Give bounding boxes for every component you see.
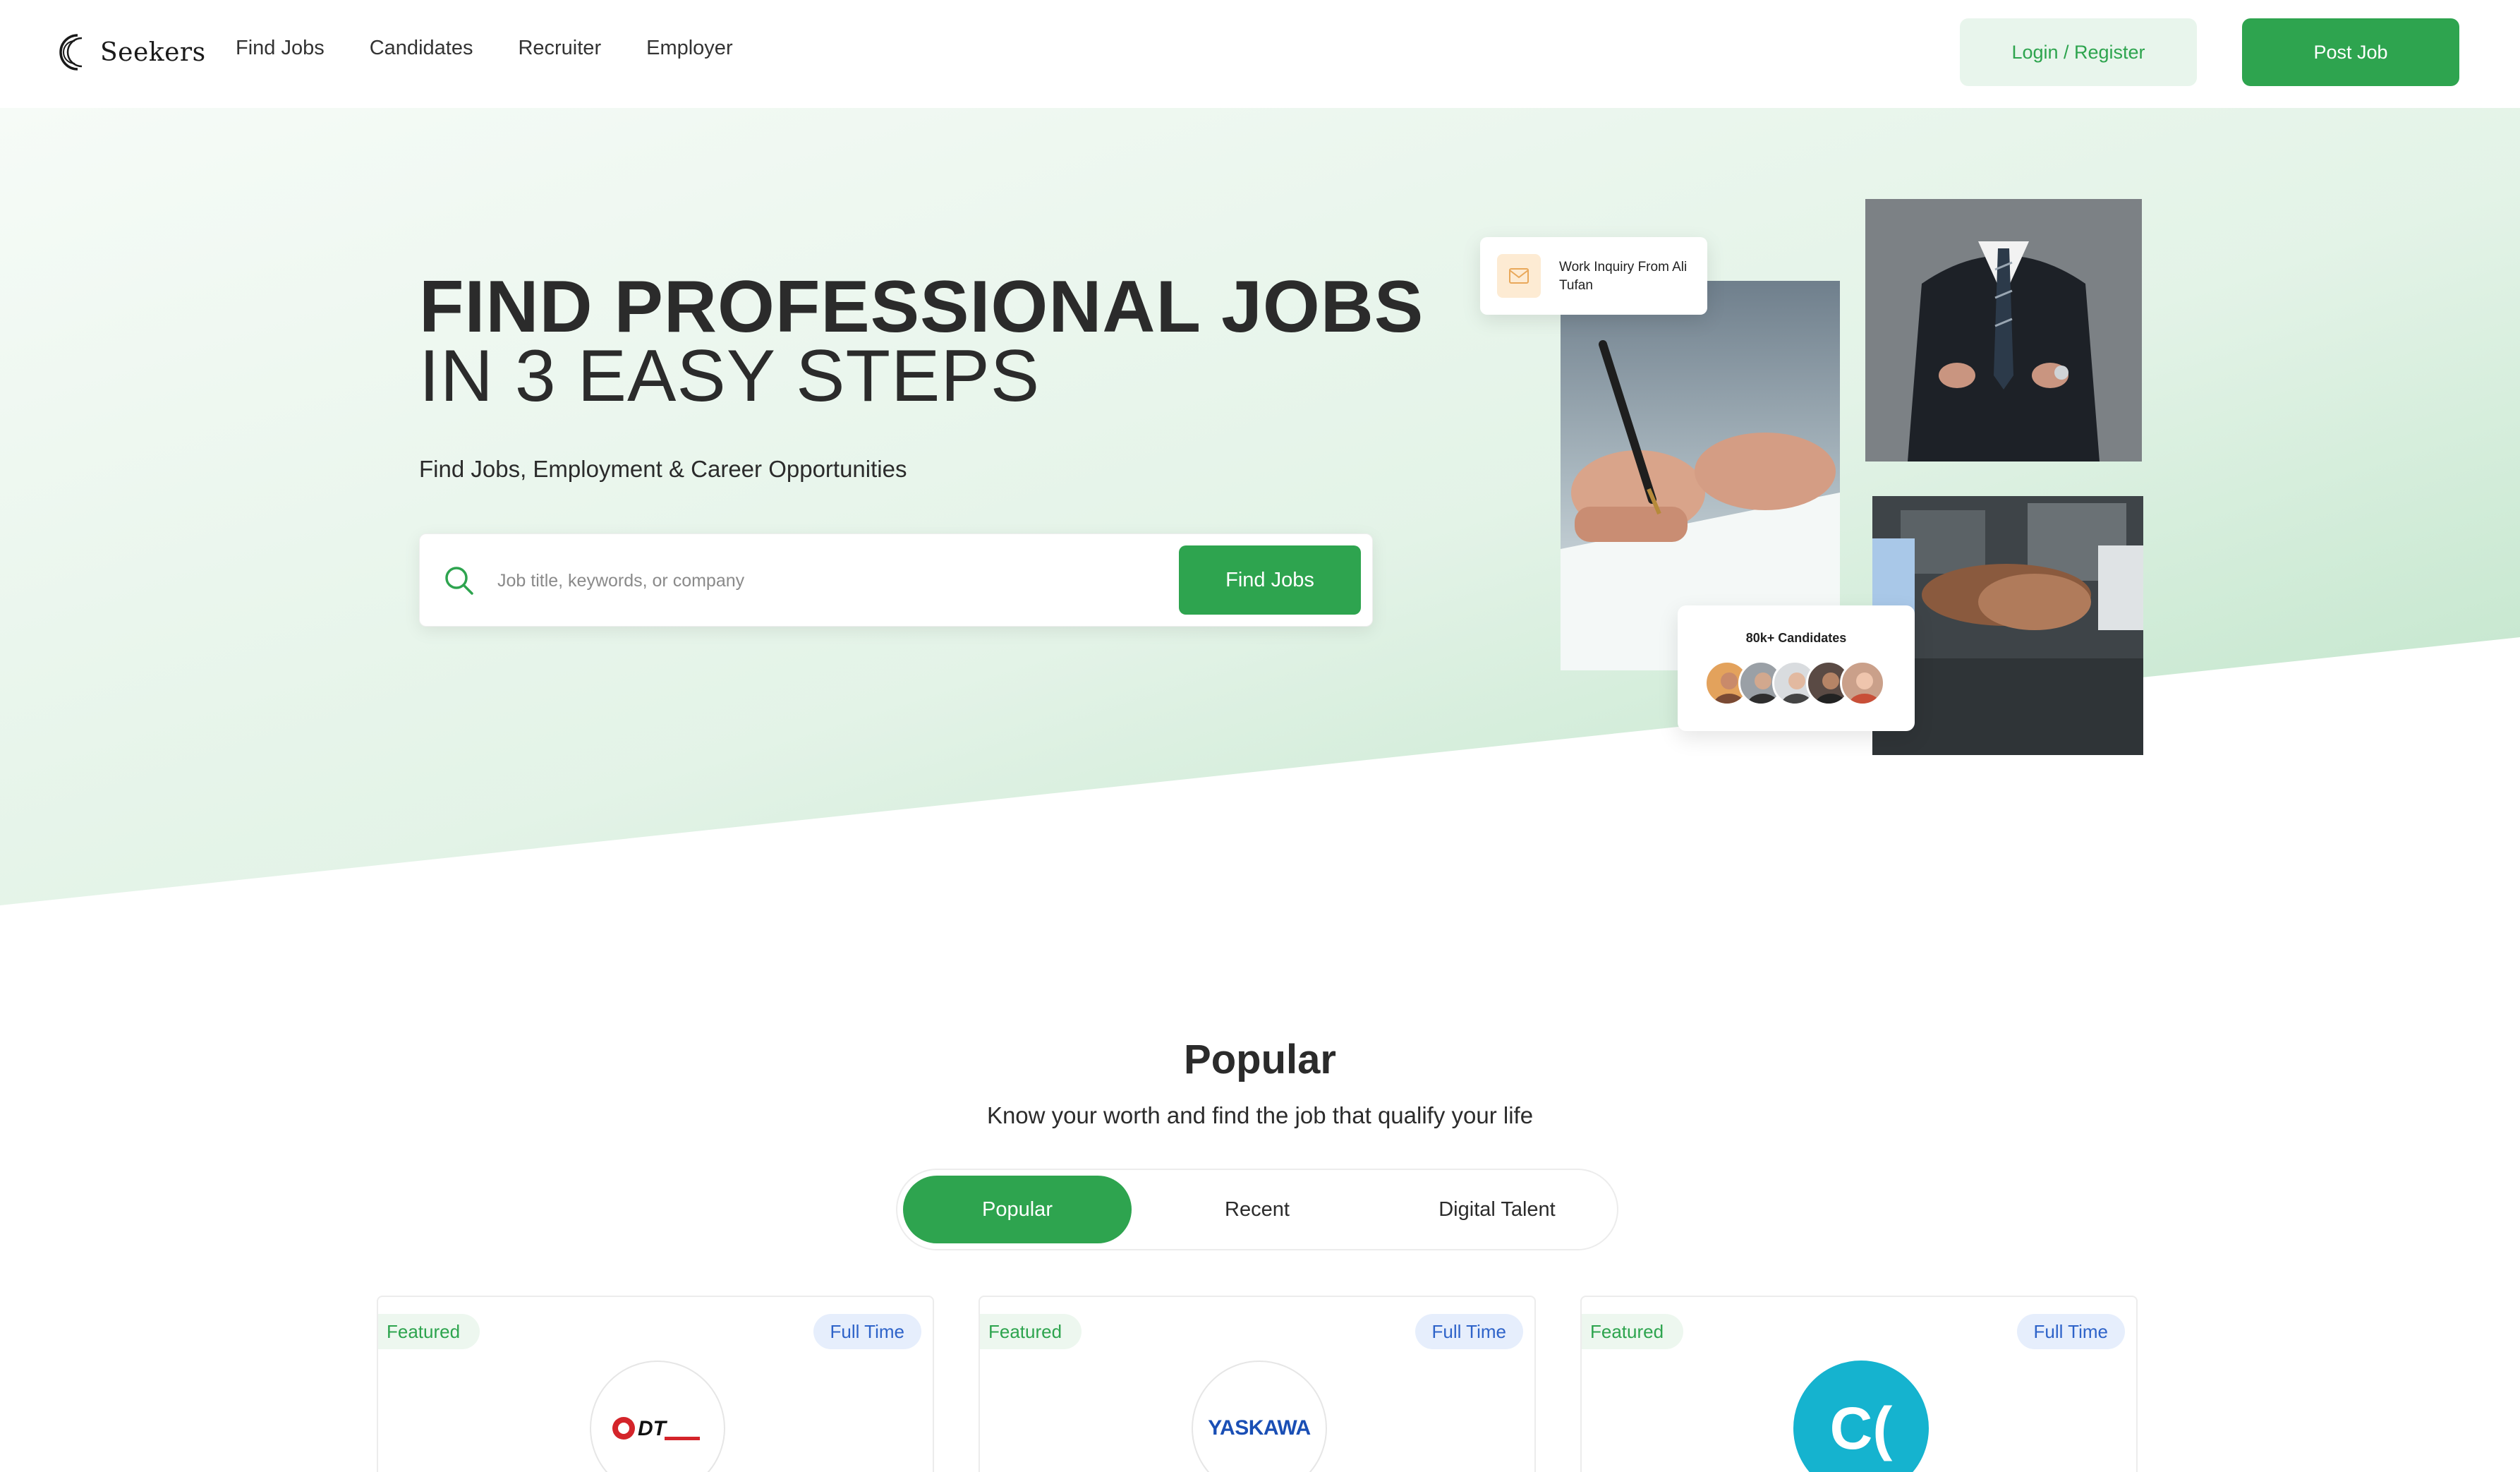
search-input[interactable] <box>497 560 1062 602</box>
nav-candidates[interactable]: Candidates <box>370 37 473 60</box>
company-logo: YASKAWA <box>1192 1361 1327 1472</box>
logo[interactable]: Seekers <box>54 30 206 75</box>
section-subtitle: Know your worth and find the job that qu… <box>986 1102 1534 1128</box>
job-type-badge: Full Time <box>2016 1314 2125 1349</box>
avatar-group <box>1704 660 1895 706</box>
main-nav: Find Jobs Candidates Recruiter Employer <box>236 37 733 60</box>
company-logo-text: DT <box>638 1417 668 1440</box>
hero-title-line-2: IN 3 EASY STEPS <box>419 335 1041 417</box>
find-jobs-button[interactable]: Find Jobs <box>1179 545 1361 615</box>
company-logo-text: C( <box>1829 1394 1893 1461</box>
featured-badge: Featured <box>980 1314 1082 1349</box>
tab-popular[interactable]: Popular <box>903 1176 1132 1243</box>
candidates-card: 80k+ Candidates <box>1678 605 1915 731</box>
nav-find-jobs[interactable]: Find Jobs <box>236 37 325 60</box>
featured-badge: Featured <box>1582 1314 1684 1349</box>
job-tabs: Popular Recent Digital Talent <box>896 1169 1618 1250</box>
candidates-count: 80k+ Candidates <box>1745 631 1847 645</box>
job-card[interactable]: Featured Full Time DT <box>377 1296 934 1472</box>
navbar: Seekers Find Jobs Candidates Recruiter E… <box>0 0 2520 108</box>
company-logo-text: YASKAWA <box>1208 1416 1311 1440</box>
work-inquiry-text: Work Inquiry From Ali Tufan <box>1559 260 1688 293</box>
work-inquiry-card: Work Inquiry From Ali Tufan <box>1480 237 1707 315</box>
job-card[interactable]: Featured Full Time YASKAWA <box>979 1296 1536 1472</box>
hero-subtitle: Find Jobs, Employment & Career Opportuni… <box>419 456 907 482</box>
brand-name: Seekers <box>100 37 206 67</box>
search-bar: Find Jobs <box>419 533 1373 627</box>
mail-icon <box>1497 254 1541 298</box>
post-job-button[interactable]: Post Job <box>2242 18 2459 86</box>
nav-recruiter[interactable]: Recruiter <box>518 37 601 60</box>
logo-icon <box>59 34 83 71</box>
tab-recent[interactable]: Recent <box>1143 1176 1371 1243</box>
tab-digital-talent[interactable]: Digital Talent <box>1383 1176 1611 1243</box>
job-card[interactable]: Featured Full Time C( <box>1580 1296 2138 1472</box>
nav-employer[interactable]: Employer <box>646 37 733 60</box>
featured-badge: Featured <box>378 1314 480 1349</box>
job-type-badge: Full Time <box>813 1314 921 1349</box>
login-register-button[interactable]: Login / Register <box>1960 18 2197 86</box>
avatar <box>1840 660 1885 706</box>
job-type-badge: Full Time <box>1415 1314 1523 1349</box>
company-logo: DT <box>590 1361 725 1472</box>
search-icon <box>445 567 473 595</box>
section-title: Popular <box>1184 1037 1336 1082</box>
businessman-suit-photo <box>1865 199 2142 461</box>
company-logo: C( <box>1793 1361 1929 1472</box>
